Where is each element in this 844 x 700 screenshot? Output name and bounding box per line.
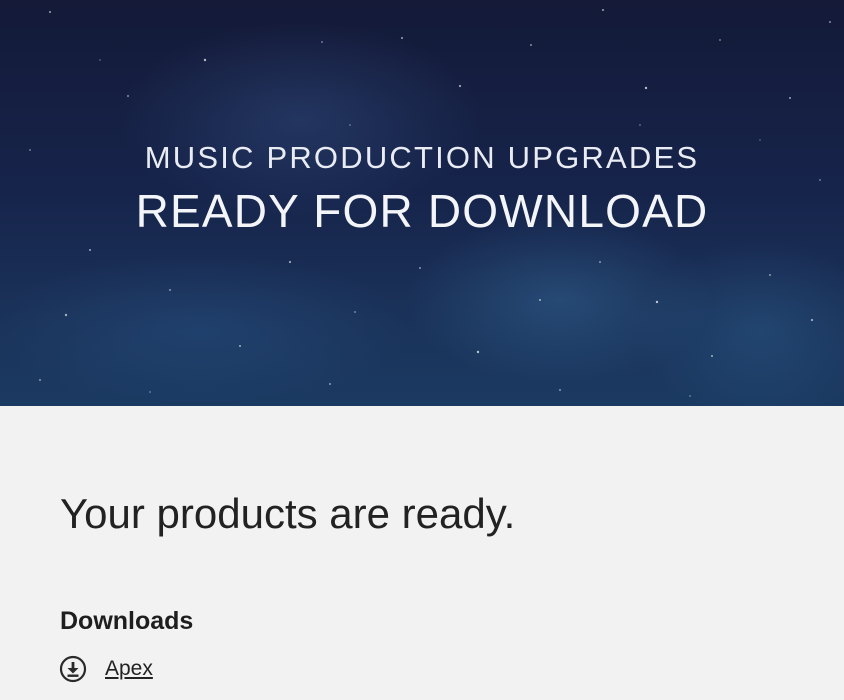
download-item[interactable]: Apex: [59, 654, 153, 684]
downloads-heading: Downloads: [60, 607, 194, 635]
hero-title: READY FOR DOWNLOAD: [135, 185, 709, 237]
page-title: Your products are ready.: [60, 490, 516, 537]
hero-subtitle: MUSIC PRODUCTION UPGRADES: [144, 140, 700, 175]
download-link-apex[interactable]: Apex: [105, 657, 153, 681]
main-content: Your products are ready. Downloads Apex: [0, 406, 844, 700]
download-circle-icon[interactable]: [59, 655, 87, 683]
hero-banner: MUSIC PRODUCTION UPGRADES READY FOR DOWN…: [0, 0, 844, 406]
